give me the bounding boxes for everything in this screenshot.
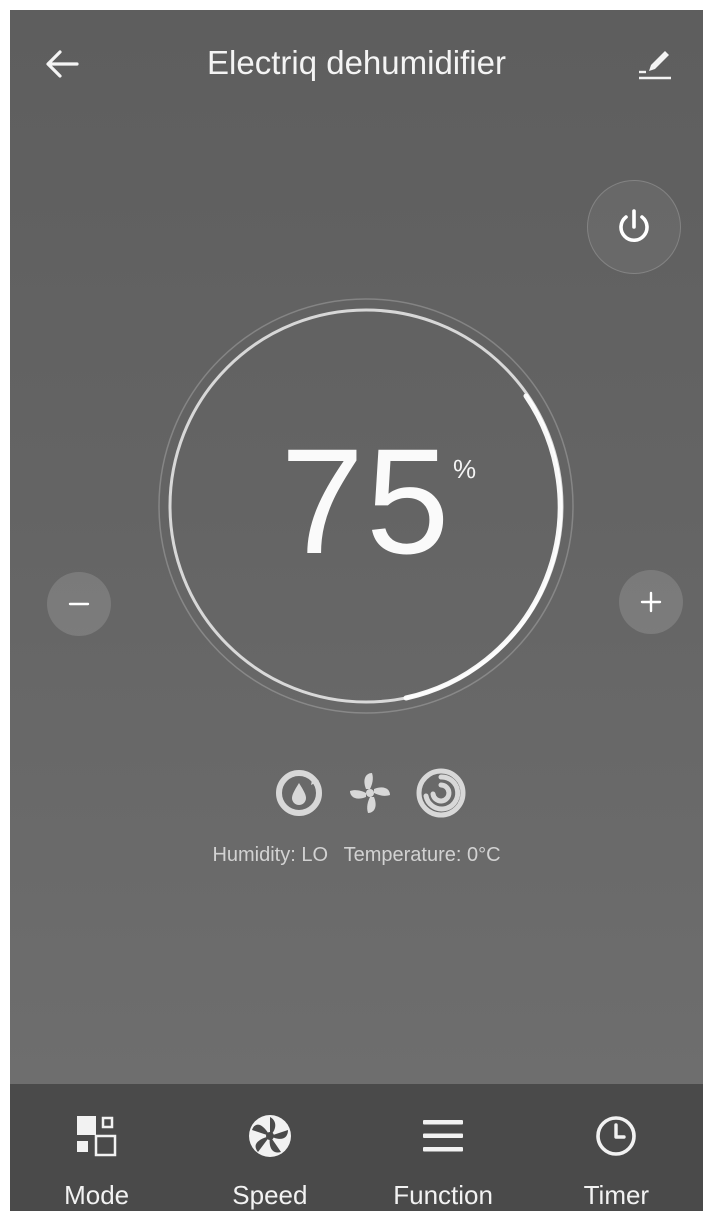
status-line: Humidity: LO Temperature: 0°C	[10, 844, 703, 867]
temperature-status: Temperature: 0°C	[343, 844, 501, 866]
mode-grid-icon	[73, 1112, 121, 1160]
fan-icon	[341, 764, 399, 822]
tab-label: Mode	[64, 1180, 130, 1210]
swirl-icon	[412, 764, 470, 822]
dehumidifier-screen: Electriq dehumidifier 75 % Humidity: LO …	[10, 10, 703, 1211]
decrease-button[interactable]	[47, 572, 111, 636]
fan-speed-icon	[246, 1112, 294, 1160]
tab-timer[interactable]: Timer	[530, 1084, 703, 1211]
power-icon	[619, 209, 649, 243]
header: Electriq dehumidifier	[10, 10, 703, 120]
power-button[interactable]	[587, 180, 681, 274]
humidity-unit: %	[453, 454, 477, 484]
increase-button[interactable]	[619, 570, 683, 634]
dehumidify-mode-icon	[270, 764, 328, 822]
tab-function[interactable]: Function	[357, 1084, 530, 1211]
page-title: Electriq dehumidifier	[207, 44, 506, 81]
tab-label: Function	[393, 1180, 493, 1210]
bottom-tab-bar: Mode Speed Function Timer	[10, 1084, 703, 1211]
tab-label: Speed	[232, 1180, 308, 1210]
humidity-status: Humidity: LO	[212, 844, 329, 866]
tab-mode[interactable]: Mode	[10, 1084, 183, 1211]
menu-lines-icon	[419, 1112, 467, 1160]
tab-speed[interactable]: Speed	[183, 1084, 356, 1211]
edit-pencil-icon	[639, 51, 671, 80]
minus-icon	[68, 602, 90, 606]
humidity-dial[interactable]: 75 %	[156, 296, 576, 716]
plus-icon	[640, 591, 662, 613]
target-humidity-value: 75	[280, 417, 452, 585]
tab-label: Timer	[583, 1180, 650, 1210]
status-icons	[270, 762, 470, 824]
edit-button[interactable]	[630, 38, 680, 88]
clock-icon	[592, 1112, 640, 1160]
